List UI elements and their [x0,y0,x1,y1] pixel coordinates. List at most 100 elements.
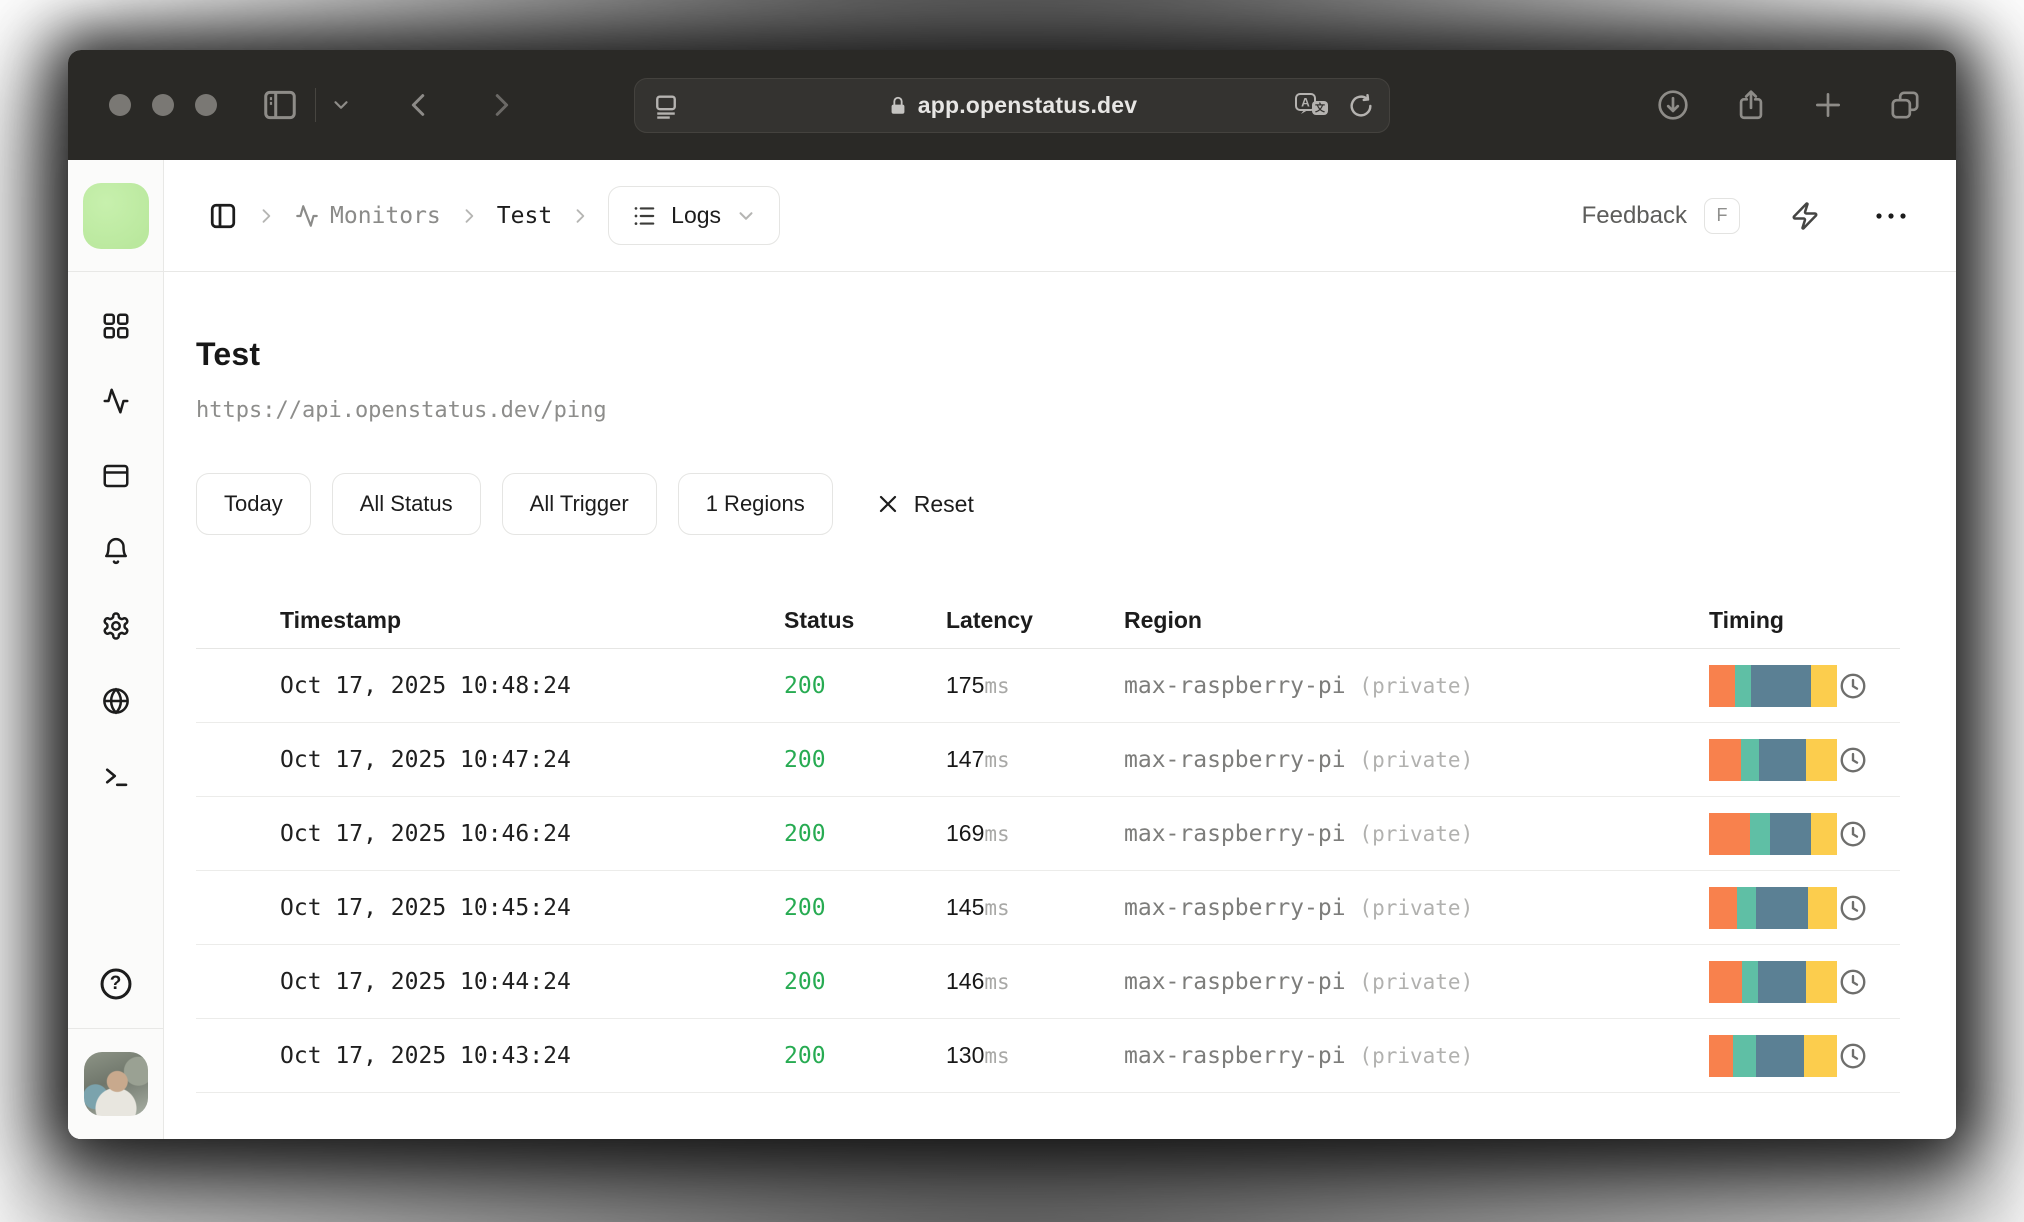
timing-segment [1709,886,1738,929]
downloads-icon[interactable] [1656,88,1690,122]
user-avatar[interactable] [83,1052,148,1116]
filter-status-button[interactable]: All Status [331,473,481,535]
terminal-cli-icon[interactable] [101,761,131,791]
section-label: Logs [671,202,722,228]
app-header: Monitors Test Logs Feedback F [164,160,1956,272]
clock-icon[interactable] [1838,967,1868,997]
filter-regions-button[interactable]: 1 Regions [677,473,833,535]
svg-text:文: 文 [1315,101,1326,114]
monitor-endpoint-url: https://api.openstatus.dev/ping [196,398,607,423]
filter-period-button[interactable]: Today [196,473,311,535]
address-bar[interactable]: app.openstatus.dev A 文 [634,78,1390,133]
tab-overview-icon[interactable] [1888,88,1922,122]
panel-toggle-icon[interactable] [208,201,238,231]
timing-bar [1709,886,1837,929]
clock-icon[interactable] [1838,671,1868,701]
cell-timestamp: Oct 17, 2025 10:45:24 [280,894,571,921]
cell-timestamp: Oct 17, 2025 10:43:24 [280,1042,571,1069]
zoom-button[interactable] [195,94,217,116]
breadcrumb-monitors[interactable]: Monitors [294,203,441,229]
globe-icon[interactable] [101,686,131,716]
share-icon[interactable] [1734,88,1768,122]
dashboard-grid-icon[interactable] [101,311,131,341]
cell-status: 200 [784,1042,826,1069]
cell-region: max-raspberry-pi (private) [1124,672,1474,699]
clock-icon[interactable] [1838,893,1868,923]
sidebar-chevron-down-icon[interactable] [330,94,352,116]
reset-filters-button[interactable]: Reset [876,491,974,518]
table-header-row: Timestamp Status Latency Region Timing [196,593,1900,649]
status-pages-icon[interactable] [101,461,131,491]
timing-segment [1709,812,1750,855]
timing-segment [1811,664,1837,707]
timing-segment [1751,664,1812,707]
forward-icon[interactable] [486,90,516,120]
timing-bar [1709,1034,1837,1077]
timing-segment [1756,1034,1804,1077]
zap-icon[interactable] [1790,201,1820,231]
timing-segment [1757,960,1807,1003]
timing-segment [1709,738,1741,781]
sidebar-toggle-icon[interactable] [261,86,299,124]
logs-table: Timestamp Status Latency Region Timing O… [196,593,1900,1093]
table-row[interactable]: Oct 17, 2025 10:44:24 200 146ms max-rasp… [196,945,1900,1019]
timing-segment [1806,738,1837,781]
timing-segment [1742,960,1758,1003]
toolbar-separator [315,88,316,122]
timing-segment [1734,664,1752,707]
table-row[interactable]: Oct 17, 2025 10:43:24 200 130ms max-rasp… [196,1019,1900,1093]
help-icon[interactable]: ? [98,966,134,1002]
list-icon [634,206,655,225]
lock-icon [887,95,909,117]
timing-segment [1741,738,1759,781]
timing-segment [1733,1034,1757,1077]
settings-gear-icon[interactable] [101,611,131,641]
more-options-icon[interactable] [1874,210,1908,222]
section-select-logs[interactable]: Logs [608,186,781,245]
back-icon[interactable] [404,90,434,120]
traffic-lights [109,94,217,116]
translate-icon[interactable]: A 文 [1293,90,1331,122]
clock-icon[interactable] [1838,745,1868,775]
cell-timestamp: Oct 17, 2025 10:44:24 [280,968,571,995]
breadcrumb: Monitors Test Logs [208,186,781,245]
cell-timestamp: Oct 17, 2025 10:46:24 [280,820,571,847]
activity-icon [296,204,318,227]
reload-icon[interactable] [1347,92,1375,120]
browser-titlebar: app.openstatus.dev A 文 [68,50,1956,160]
workspace-logo[interactable] [82,182,149,249]
filter-trigger-button[interactable]: All Trigger [501,473,657,535]
feedback-button[interactable]: Feedback [1582,202,1687,230]
col-latency: Latency [946,607,1033,633]
cell-latency: 169ms [946,820,1010,846]
cell-latency: 130ms [946,1042,1010,1068]
cell-status: 200 [784,894,826,921]
close-icon [879,495,896,513]
chevron-down-icon [739,211,753,220]
clock-icon[interactable] [1838,819,1868,849]
timing-segment [1806,960,1837,1003]
close-button[interactable] [109,94,131,116]
col-region: Region [1124,607,1202,633]
timing-segment [1758,738,1807,781]
cell-status: 200 [784,968,826,995]
monitors-activity-icon[interactable] [101,386,131,416]
chevron-right-icon [256,206,276,226]
table-row[interactable]: Oct 17, 2025 10:48:24 200 175ms max-rasp… [196,649,1900,723]
breadcrumb-monitor-name[interactable]: Test [497,203,552,229]
clock-icon[interactable] [1838,1041,1868,1071]
table-row[interactable]: Oct 17, 2025 10:47:24 200 147ms max-rasp… [196,723,1900,797]
table-row[interactable]: Oct 17, 2025 10:45:24 200 145ms max-rasp… [196,871,1900,945]
new-tab-icon[interactable] [1812,89,1844,121]
table-row[interactable]: Oct 17, 2025 10:46:24 200 169ms max-rasp… [196,797,1900,871]
col-timestamp: Timestamp [280,607,402,633]
timing-segment [1756,886,1808,929]
cell-status: 200 [784,746,826,773]
timing-segment [1709,960,1743,1003]
timing-bar [1709,664,1837,707]
app-sidebar: ? [68,160,164,1139]
minimize-button[interactable] [152,94,174,116]
notifications-bell-icon[interactable] [101,536,131,566]
cell-latency: 145ms [946,894,1010,920]
timing-segment [1749,812,1771,855]
